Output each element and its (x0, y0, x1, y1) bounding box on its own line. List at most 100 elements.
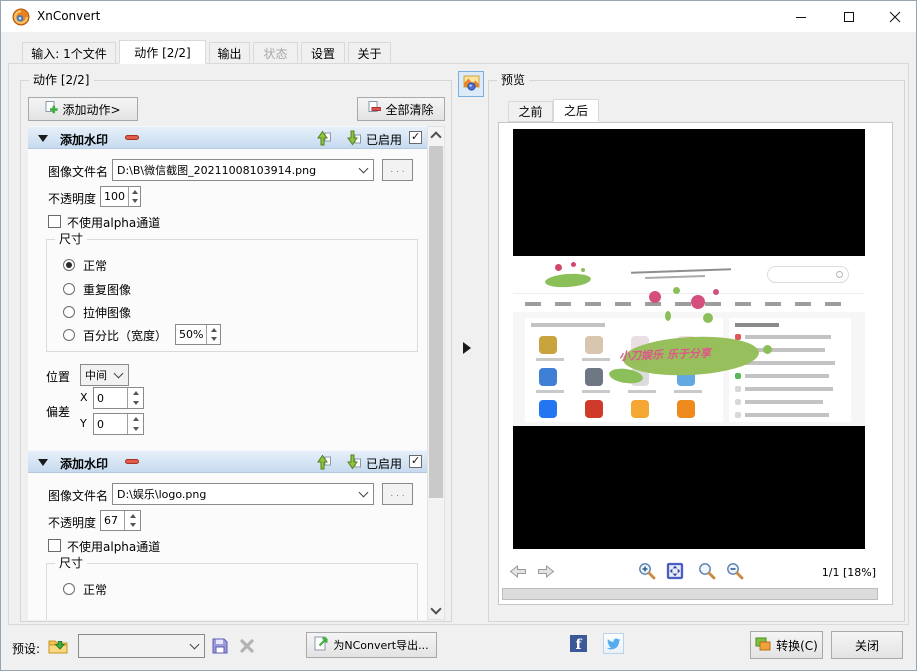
action1-enabled-checkbox[interactable] (409, 131, 422, 144)
zoom-original-button[interactable] (698, 562, 716, 580)
open-preset-button[interactable] (44, 634, 72, 660)
actions-scrollbar[interactable] (427, 126, 445, 620)
spinner-arrows[interactable] (124, 511, 140, 530)
collapse-caret-icon[interactable] (38, 459, 48, 466)
move-down-icon[interactable] (347, 454, 361, 473)
collapse-caret-icon[interactable] (38, 135, 48, 142)
scroll-up-button[interactable] (428, 127, 444, 144)
action1-opacity-value: 100 (101, 187, 128, 206)
move-down-icon[interactable] (347, 130, 361, 149)
move-up-icon[interactable] (317, 130, 331, 149)
tab-about-label: 关于 (357, 45, 381, 62)
combobox-chevron-icon (359, 164, 369, 174)
action1-header[interactable]: 添加水印 已启用 (28, 126, 427, 149)
clear-all-label: 全部清除 (385, 101, 433, 118)
maximize-button[interactable] (829, 1, 869, 32)
preview-toggle-button[interactable] (458, 71, 484, 97)
save-icon (212, 638, 228, 657)
convert-button[interactable]: 转换(C) (750, 631, 823, 659)
action2-noalpha-checkbox[interactable] (48, 539, 61, 552)
splitter-handle[interactable] (463, 342, 471, 354)
offset-y-label: Y (80, 417, 87, 430)
tab-about[interactable]: 关于 (348, 42, 391, 64)
action2-browse-button[interactable]: . . . (382, 483, 413, 505)
zoom-out-button[interactable] (726, 562, 744, 580)
spinner-arrows[interactable] (206, 325, 220, 344)
size-normal-radio[interactable] (63, 583, 75, 595)
size-percent-radio[interactable] (63, 329, 75, 341)
position-combobox[interactable]: 中间 (80, 364, 129, 386)
size-repeat-radio[interactable] (63, 283, 75, 295)
twitter-icon[interactable] (603, 633, 624, 654)
preview-group-title: 预览 (497, 73, 529, 87)
clear-all-button[interactable]: 全部清除 (357, 97, 445, 121)
size-percent-spinner[interactable]: 50% (175, 324, 221, 345)
action1-opacity-spinner[interactable]: 100 (100, 186, 141, 207)
tab-input-label: 输入: 1个文件 (31, 45, 107, 62)
action2-title: 添加水印 (60, 455, 108, 472)
preset-label: 预设: (12, 640, 40, 657)
action2-enabled-checkbox[interactable] (409, 455, 422, 468)
offset-y-spinner[interactable]: 0 (93, 413, 144, 435)
remove-action-icon[interactable] (125, 459, 139, 464)
size-repeat-label: 重复图像 (83, 281, 131, 298)
size-normal-radio[interactable] (63, 259, 75, 271)
action1-filename-combobox[interactable]: D:\B\微信截图_20211008103914.png (112, 159, 374, 181)
action2-filename-combobox[interactable]: D:\娱乐\logo.png (112, 483, 374, 505)
action2-opacity-spinner[interactable]: 67 (100, 510, 141, 531)
delete-preset-button[interactable] (236, 637, 258, 657)
close-button[interactable]: 关闭 (831, 631, 903, 659)
spinner-arrows[interactable] (127, 414, 143, 434)
app-icon (677, 400, 695, 418)
remove-action-icon[interactable] (125, 135, 139, 140)
convert-label: 转换(C) (776, 637, 818, 654)
tab-after-label: 之后 (564, 102, 588, 119)
convert-icon (755, 637, 771, 654)
app-icon (585, 336, 603, 354)
zoom-in-button[interactable] (638, 562, 656, 580)
action1-noalpha-checkbox[interactable] (48, 215, 61, 228)
spinner-arrows[interactable] (127, 388, 143, 408)
action1-title: 添加水印 (60, 131, 108, 148)
tab-input[interactable]: 输入: 1个文件 (22, 42, 116, 64)
app-icon (631, 400, 649, 418)
close-window-button[interactable] (875, 1, 915, 32)
preset-combobox[interactable] (78, 634, 205, 658)
app-icon (539, 336, 557, 354)
size-percent-value: 50% (176, 325, 206, 344)
tab-actions[interactable]: 动作 [2/2] (119, 40, 206, 64)
size-stretch-label: 拉伸图像 (83, 304, 131, 321)
minimize-button[interactable] (781, 1, 821, 32)
browse-label: . . . (390, 165, 404, 175)
save-preset-button[interactable] (208, 636, 232, 658)
export-icon (314, 636, 329, 654)
size-normal-label: 正常 (83, 257, 107, 274)
move-up-icon[interactable] (317, 454, 331, 473)
tab-before-label: 之前 (518, 103, 542, 120)
tab-settings[interactable]: 设置 (301, 42, 345, 64)
add-action-button[interactable]: 添加动作> (28, 97, 138, 121)
tab-before[interactable]: 之前 (508, 101, 553, 122)
export-nconvert-button[interactable]: 为NConvert导出... (306, 632, 437, 658)
action1-browse-button[interactable]: . . . (382, 159, 413, 181)
size-normal-label: 正常 (83, 581, 107, 598)
offset-x-value: 0 (94, 388, 127, 408)
facebook-icon[interactable]: f (570, 635, 587, 652)
next-image-button[interactable] (537, 564, 555, 579)
preview-hscrollbar[interactable] (502, 588, 878, 600)
tab-output[interactable]: 输出 (209, 42, 250, 64)
spinner-arrows[interactable] (128, 187, 140, 206)
scroll-down-button[interactable] (428, 602, 444, 619)
action2-opacity-label: 不透明度 (48, 514, 96, 531)
offset-x-spinner[interactable]: 0 (93, 387, 144, 409)
size-stretch-radio[interactable] (63, 306, 75, 318)
prev-image-button[interactable] (509, 564, 527, 579)
fit-to-window-button[interactable] (666, 562, 684, 580)
tab-after[interactable]: 之后 (553, 99, 599, 122)
scrollbar-thumb[interactable] (429, 146, 443, 498)
action2-header[interactable]: 添加水印 已启用 (28, 450, 427, 473)
browse-label: . . . (390, 489, 404, 499)
preview-black-bottom (513, 426, 865, 549)
action1-size-groupbox: 尺寸 正常 重复图像 拉伸图像 百分比（宽度） 50% (46, 239, 418, 352)
actions-group-title: 动作 [2/2] (29, 73, 94, 87)
